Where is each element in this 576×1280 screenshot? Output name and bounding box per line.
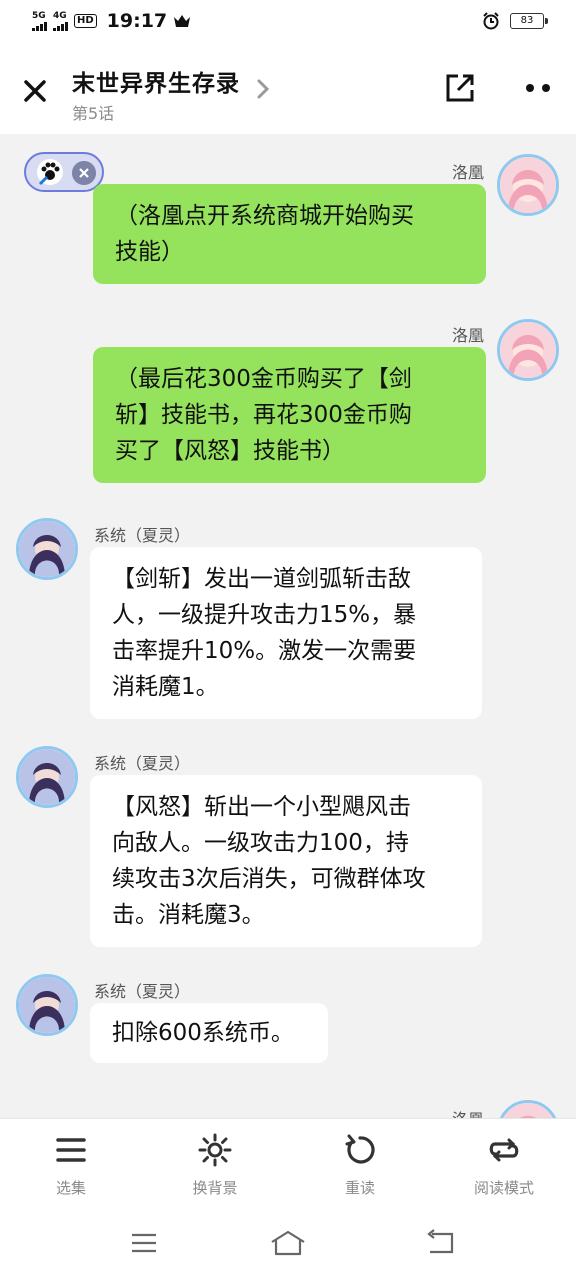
sun-icon (198, 1133, 232, 1167)
tab-label: 重读 (344, 1179, 375, 1197)
tab-episodes[interactable]: 选集 (16, 1133, 126, 1198)
alarm-icon (483, 12, 499, 30)
avatar[interactable] (16, 518, 78, 580)
top-bar: 末世异界生存录 第5话 (0, 44, 576, 134)
more-options-icon[interactable] (520, 74, 556, 102)
avatar[interactable] (16, 746, 78, 808)
sender-name: 系统（夏灵） (94, 982, 191, 1001)
message-line: 击率提升10%。激发一次需要 (112, 638, 417, 664)
message-line: 斩】技能书，再花300金币购 (115, 402, 412, 428)
signal-4g-icon: 4G (53, 10, 68, 31)
signal-5g-icon: 5G (32, 10, 47, 31)
battery-icon: 83 (510, 13, 548, 29)
home-icon[interactable] (268, 1226, 308, 1260)
tab-reading-mode[interactable]: 阅读模式 (449, 1133, 559, 1198)
back-icon[interactable] (420, 1226, 460, 1260)
avatar[interactable] (16, 974, 78, 1036)
system-nav-bar (0, 1206, 576, 1280)
tab-background[interactable]: 换背景 (160, 1133, 270, 1198)
sender-name: 洛凰 (451, 163, 484, 182)
menu-icon (56, 1138, 86, 1162)
avatar[interactable] (497, 154, 559, 216)
battery-level: 83 (520, 15, 534, 26)
sender-name: 系统（夏灵） (94, 526, 191, 545)
message-line: 续攻击3次后消失，可微群体攻 (112, 866, 426, 892)
signal-5g-label: 5G (32, 10, 46, 21)
floating-widget[interactable] (24, 152, 104, 192)
close-icon[interactable] (18, 74, 52, 108)
message-line: 【剑斩】发出一道剑弧斩击敌 (112, 566, 411, 592)
loop-icon (489, 1138, 519, 1162)
clock-time: 19:17 (106, 10, 168, 32)
tab-label: 选集 (55, 1179, 86, 1197)
share-icon[interactable] (444, 72, 476, 104)
message-bubble[interactable]: 【风怒】斩出一个小型飓风击 向敌人。一级攻击力100，持 续攻击3次后消失，可微… (90, 775, 482, 947)
message-bubble[interactable]: （洛凰点开系统商城开始购买 技能） (93, 184, 486, 284)
recent-apps-icon[interactable] (124, 1226, 164, 1260)
message-line: 向敌人。一级攻击力100，持 (112, 830, 409, 856)
chevron-right-icon[interactable] (255, 78, 271, 100)
message-bubble[interactable]: 扣除600系统币。 (90, 1003, 328, 1063)
episode-label: 第5话 (72, 104, 115, 123)
chat-area[interactable]: 洛凰 （洛凰点开系统商城开始购买 技能） 洛凰 （最后花300金币购买了【剑 斩… (0, 134, 576, 1118)
message-line: 买了【风怒】技能书） (115, 438, 345, 464)
message-line: 消耗魔1。 (112, 674, 219, 700)
message-line: （最后花300金币购买了【剑 (115, 366, 412, 392)
sender-name: 洛凰 (451, 326, 484, 345)
avatar[interactable] (497, 1100, 559, 1118)
sender-name: 系统（夏灵） (94, 754, 191, 773)
status-bar: 5G 4G HD 19:17 83 (0, 0, 576, 44)
sender-name: 洛凰 (452, 1106, 484, 1118)
message-line: 【风怒】斩出一个小型飓风击 (112, 794, 411, 820)
crown-icon (174, 15, 191, 27)
message-line: 人，一级提升攻击力15%，暴 (112, 602, 417, 628)
message-line: 扣除600系统币。 (112, 1020, 294, 1046)
message-line: 击。消耗魔3。 (112, 902, 265, 928)
message-bubble[interactable]: 【剑斩】发出一道剑弧斩击敌 人，一级提升攻击力15%，暴 击率提升10%。激发一… (90, 547, 482, 719)
tab-label: 换背景 (192, 1179, 238, 1197)
tab-label: 阅读模式 (473, 1179, 534, 1197)
paw-icon (37, 159, 63, 186)
page-title[interactable]: 末世异界生存录 (72, 64, 240, 98)
hd-voice-icon: HD (74, 14, 97, 28)
tab-reread[interactable]: 重读 (305, 1133, 415, 1198)
reload-icon (345, 1134, 375, 1164)
avatar[interactable] (497, 319, 559, 381)
message-bubble[interactable]: （最后花300金币购买了【剑 斩】技能书，再花300金币购 买了【风怒】技能书） (93, 347, 486, 483)
bottom-toolbar: 选集 换背景 重读 阅读模式 (0, 1118, 576, 1206)
signal-4g-label: 4G (53, 10, 67, 21)
message-line: 技能） (115, 239, 184, 265)
dismiss-widget-icon[interactable] (72, 161, 96, 185)
message-line: （洛凰点开系统商城开始购买 (115, 203, 414, 229)
